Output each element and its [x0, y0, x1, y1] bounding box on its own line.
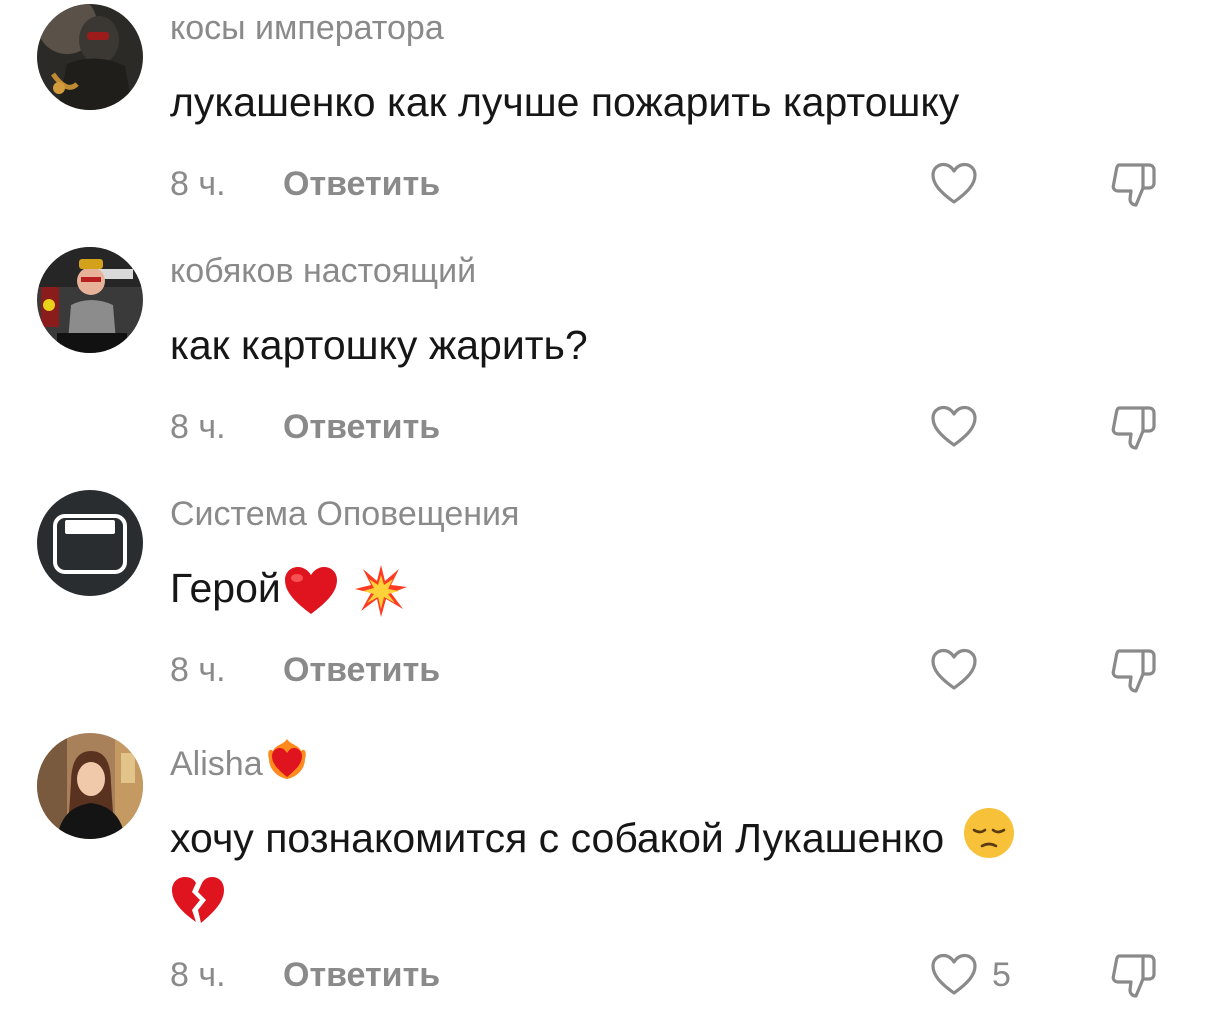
- comment-item: косы императора лукашенко как лучше пожа…: [0, 0, 1206, 242]
- username[interactable]: косы императора: [170, 8, 444, 48]
- username[interactable]: кобяков настоящий: [170, 251, 476, 291]
- dislike-button[interactable]: [1106, 399, 1162, 455]
- avatar[interactable]: [37, 247, 143, 353]
- heart-icon: [931, 162, 977, 204]
- thumbs-down-icon: [1111, 649, 1156, 693]
- like-button[interactable]: [928, 158, 980, 210]
- thumbs-down-icon: [1111, 163, 1156, 207]
- like-button[interactable]: [928, 949, 980, 1001]
- comment-text-label: хочу познакомится с собакой Лукашенко: [170, 815, 945, 861]
- pensive-face-icon: [964, 808, 1015, 858]
- comment-text: как картошку жарить?: [170, 322, 588, 368]
- comment-text: хочу познакомится с собакой Лукашенко: [170, 806, 1160, 928]
- comment-text: лукашенко как лучше пожарить картошку: [170, 79, 960, 125]
- thumbs-down-icon: [1111, 954, 1156, 998]
- like-button[interactable]: [928, 644, 980, 696]
- broken-heart-icon: [172, 877, 224, 924]
- timestamp: 8 ч.: [170, 408, 226, 446]
- timestamp: 8 ч.: [170, 165, 226, 203]
- dislike-button[interactable]: [1106, 156, 1162, 212]
- heart-icon: [931, 953, 977, 995]
- like-count: 5: [992, 956, 1011, 994]
- timestamp: 8 ч.: [170, 956, 226, 994]
- reply-button[interactable]: Ответить: [283, 650, 440, 690]
- comment-item: Система Оповещения Герой 8 ч. Ответить: [0, 486, 1206, 728]
- comment-item: кобяков настоящий как картошку жарить? 8…: [0, 243, 1206, 485]
- comment-text: Герой: [170, 563, 1160, 619]
- reply-button[interactable]: Ответить: [283, 407, 440, 447]
- dislike-button[interactable]: [1106, 642, 1162, 698]
- collision-icon: [354, 565, 407, 618]
- avatar[interactable]: [37, 4, 143, 110]
- username[interactable]: Система Оповещения: [170, 494, 519, 534]
- timestamp: 8 ч.: [170, 651, 226, 689]
- like-button[interactable]: [928, 401, 980, 453]
- username-label: Alisha: [170, 745, 263, 783]
- heart-icon: [931, 648, 977, 690]
- red-heart-icon: [284, 567, 337, 615]
- comment-item: Alisha хочу познакомится с собакой Лукаш…: [0, 729, 1206, 1017]
- heart-on-fire-icon: [267, 739, 306, 779]
- dislike-button[interactable]: [1106, 947, 1162, 1003]
- reply-button[interactable]: Ответить: [283, 164, 440, 204]
- avatar[interactable]: [37, 490, 143, 596]
- avatar[interactable]: [37, 733, 143, 839]
- thumbs-down-icon: [1111, 406, 1156, 450]
- comment-text-label: Герой: [170, 565, 281, 611]
- reply-button[interactable]: Ответить: [283, 955, 440, 995]
- heart-icon: [931, 405, 977, 447]
- username[interactable]: Alisha: [170, 737, 309, 784]
